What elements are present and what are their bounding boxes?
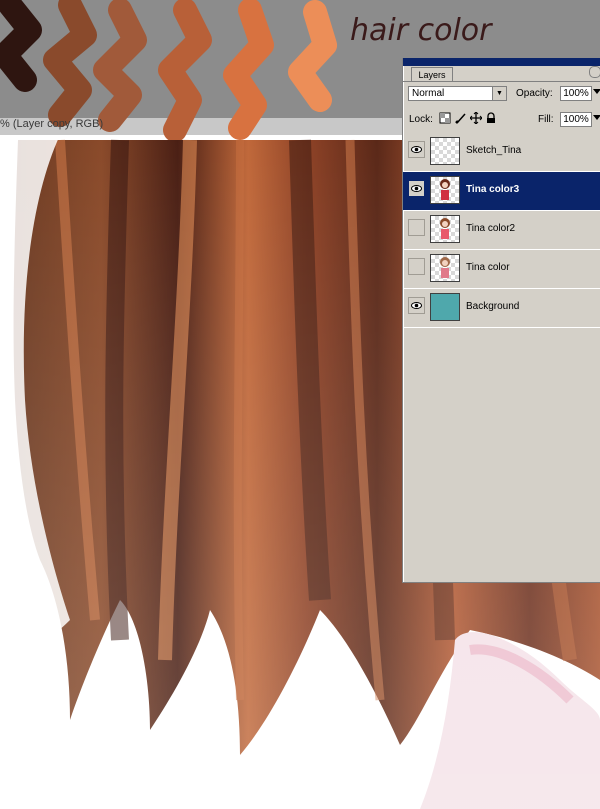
visibility-toggle[interactable] xyxy=(408,297,425,314)
eye-icon xyxy=(411,146,422,153)
panel-titlebar[interactable] xyxy=(403,58,600,66)
layer-name: Tina color3 xyxy=(466,184,520,195)
chevron-down-icon[interactable]: ▼ xyxy=(492,87,506,100)
fill-slider-arrow-icon[interactable] xyxy=(593,115,600,120)
figure-icon xyxy=(440,218,450,239)
tab-divider xyxy=(403,81,600,82)
visibility-toggle[interactable] xyxy=(408,141,425,158)
lock-all-icon[interactable] xyxy=(485,112,497,124)
visibility-toggle[interactable] xyxy=(408,180,425,197)
fill-label: Fill: xyxy=(538,114,554,125)
blend-mode-select[interactable]: Normal ▼ xyxy=(408,86,507,101)
lock-brush-icon[interactable] xyxy=(455,112,467,124)
visibility-toggle[interactable] xyxy=(408,258,425,275)
layer-row-tina-color2[interactable]: Tina color2 xyxy=(403,211,600,250)
figure-icon xyxy=(440,257,450,278)
layer-thumbnail-transparent xyxy=(430,137,460,165)
layer-list: Sketch_Tina Tina color3 Tina color2 Tina… xyxy=(403,133,600,582)
tab-layers[interactable]: Layers xyxy=(411,67,453,82)
lock-transparent-icon[interactable] xyxy=(439,112,451,124)
layer-name: Tina color2 xyxy=(466,223,516,234)
opacity-label: Opacity: xyxy=(516,88,553,99)
layer-row-tina-color[interactable]: Tina color xyxy=(403,250,600,289)
layer-row-sketch-tina[interactable]: Sketch_Tina xyxy=(403,133,600,172)
hair-color-annotation: hair color xyxy=(350,13,493,48)
document-title: % (Layer copy, RGB) xyxy=(0,118,104,130)
layer-thumbnail-figure xyxy=(430,215,460,243)
layer-name: Tina color xyxy=(466,262,510,273)
layers-panel: Layers Normal ▼ Opacity: 100% Lock: Fill… xyxy=(402,58,600,583)
opacity-slider-arrow-icon[interactable] xyxy=(593,89,600,94)
visibility-toggle[interactable] xyxy=(408,219,425,236)
eye-icon xyxy=(411,302,422,309)
layer-thumbnail-figure xyxy=(430,254,460,282)
figure-icon xyxy=(440,179,450,200)
layer-name: Background xyxy=(466,301,520,312)
panel-menu-icon[interactable] xyxy=(589,66,600,78)
layer-row-background[interactable]: Background xyxy=(403,289,600,328)
lock-move-icon[interactable] xyxy=(470,112,482,124)
opacity-input[interactable]: 100% xyxy=(560,86,592,101)
layer-thumbnail-figure xyxy=(430,176,460,204)
lock-label: Lock: xyxy=(409,114,433,125)
eye-icon xyxy=(411,185,422,192)
fill-input[interactable]: 100% xyxy=(560,112,592,127)
blend-mode-value: Normal xyxy=(412,88,445,99)
layer-thumbnail-solid xyxy=(430,293,460,321)
swatch-1 xyxy=(0,0,42,92)
layer-name: Sketch_Tina xyxy=(466,145,522,156)
layer-row-tina-color3[interactable]: Tina color3 xyxy=(403,172,600,211)
